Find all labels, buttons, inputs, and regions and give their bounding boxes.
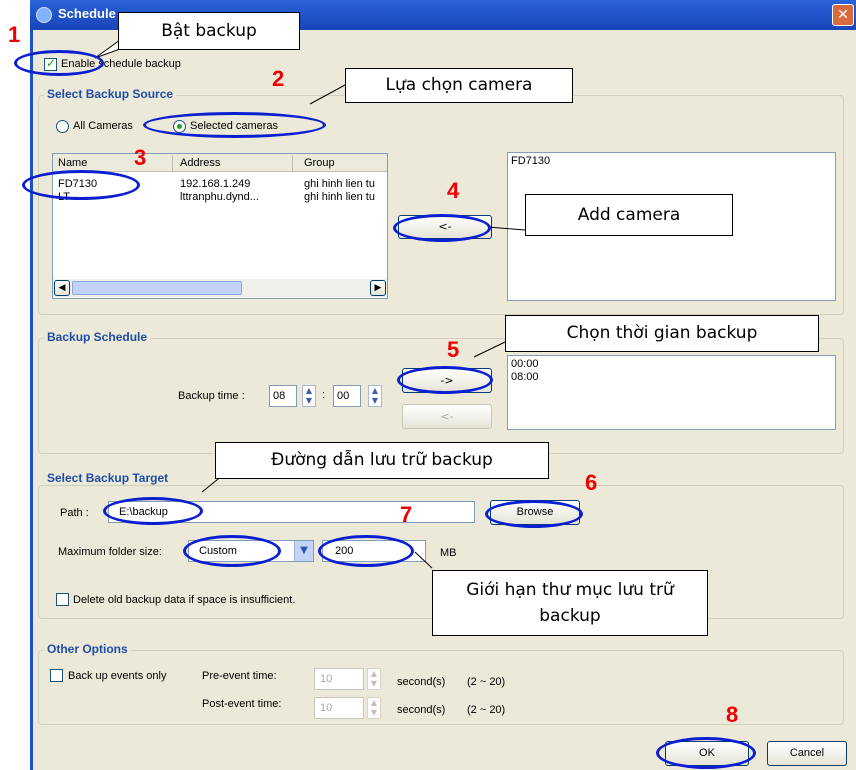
- callout-enable-backup: Bật backup: [118, 12, 300, 50]
- callout-backup-path: Đường dẫn lưu trữ backup: [215, 442, 549, 479]
- callout-select-camera: Lựa chọn camera: [345, 68, 573, 103]
- highlight-ring: [143, 112, 326, 138]
- highlight-ring: [318, 535, 414, 567]
- highlight-ring: [485, 500, 583, 528]
- highlight-ring: [14, 50, 104, 76]
- callout-pointer: [414, 551, 433, 569]
- step-number: 7: [400, 502, 413, 527]
- step-number: 2: [272, 66, 285, 91]
- step-number: 8: [726, 702, 739, 727]
- step-number: 1: [8, 22, 21, 47]
- highlight-ring: [183, 535, 281, 567]
- highlight-ring: [22, 170, 140, 200]
- step-number: 4: [447, 178, 460, 203]
- highlight-ring: [393, 214, 491, 242]
- highlight-ring: [397, 366, 493, 394]
- callout-add-camera: Add camera: [525, 194, 733, 236]
- highlight-ring: [103, 497, 203, 525]
- step-number: 6: [585, 470, 598, 495]
- callout-folder-limit: Giới hạn thư mục lưu trữ backup: [432, 570, 708, 636]
- callout-pointer: [487, 226, 526, 231]
- highlight-ring: [656, 737, 756, 769]
- step-number: 5: [447, 337, 460, 362]
- callout-pointer: [473, 341, 506, 358]
- callout-pointer: [309, 84, 346, 105]
- step-number: 3: [134, 145, 147, 170]
- callout-backup-time: Chọn thời gian backup: [505, 315, 819, 352]
